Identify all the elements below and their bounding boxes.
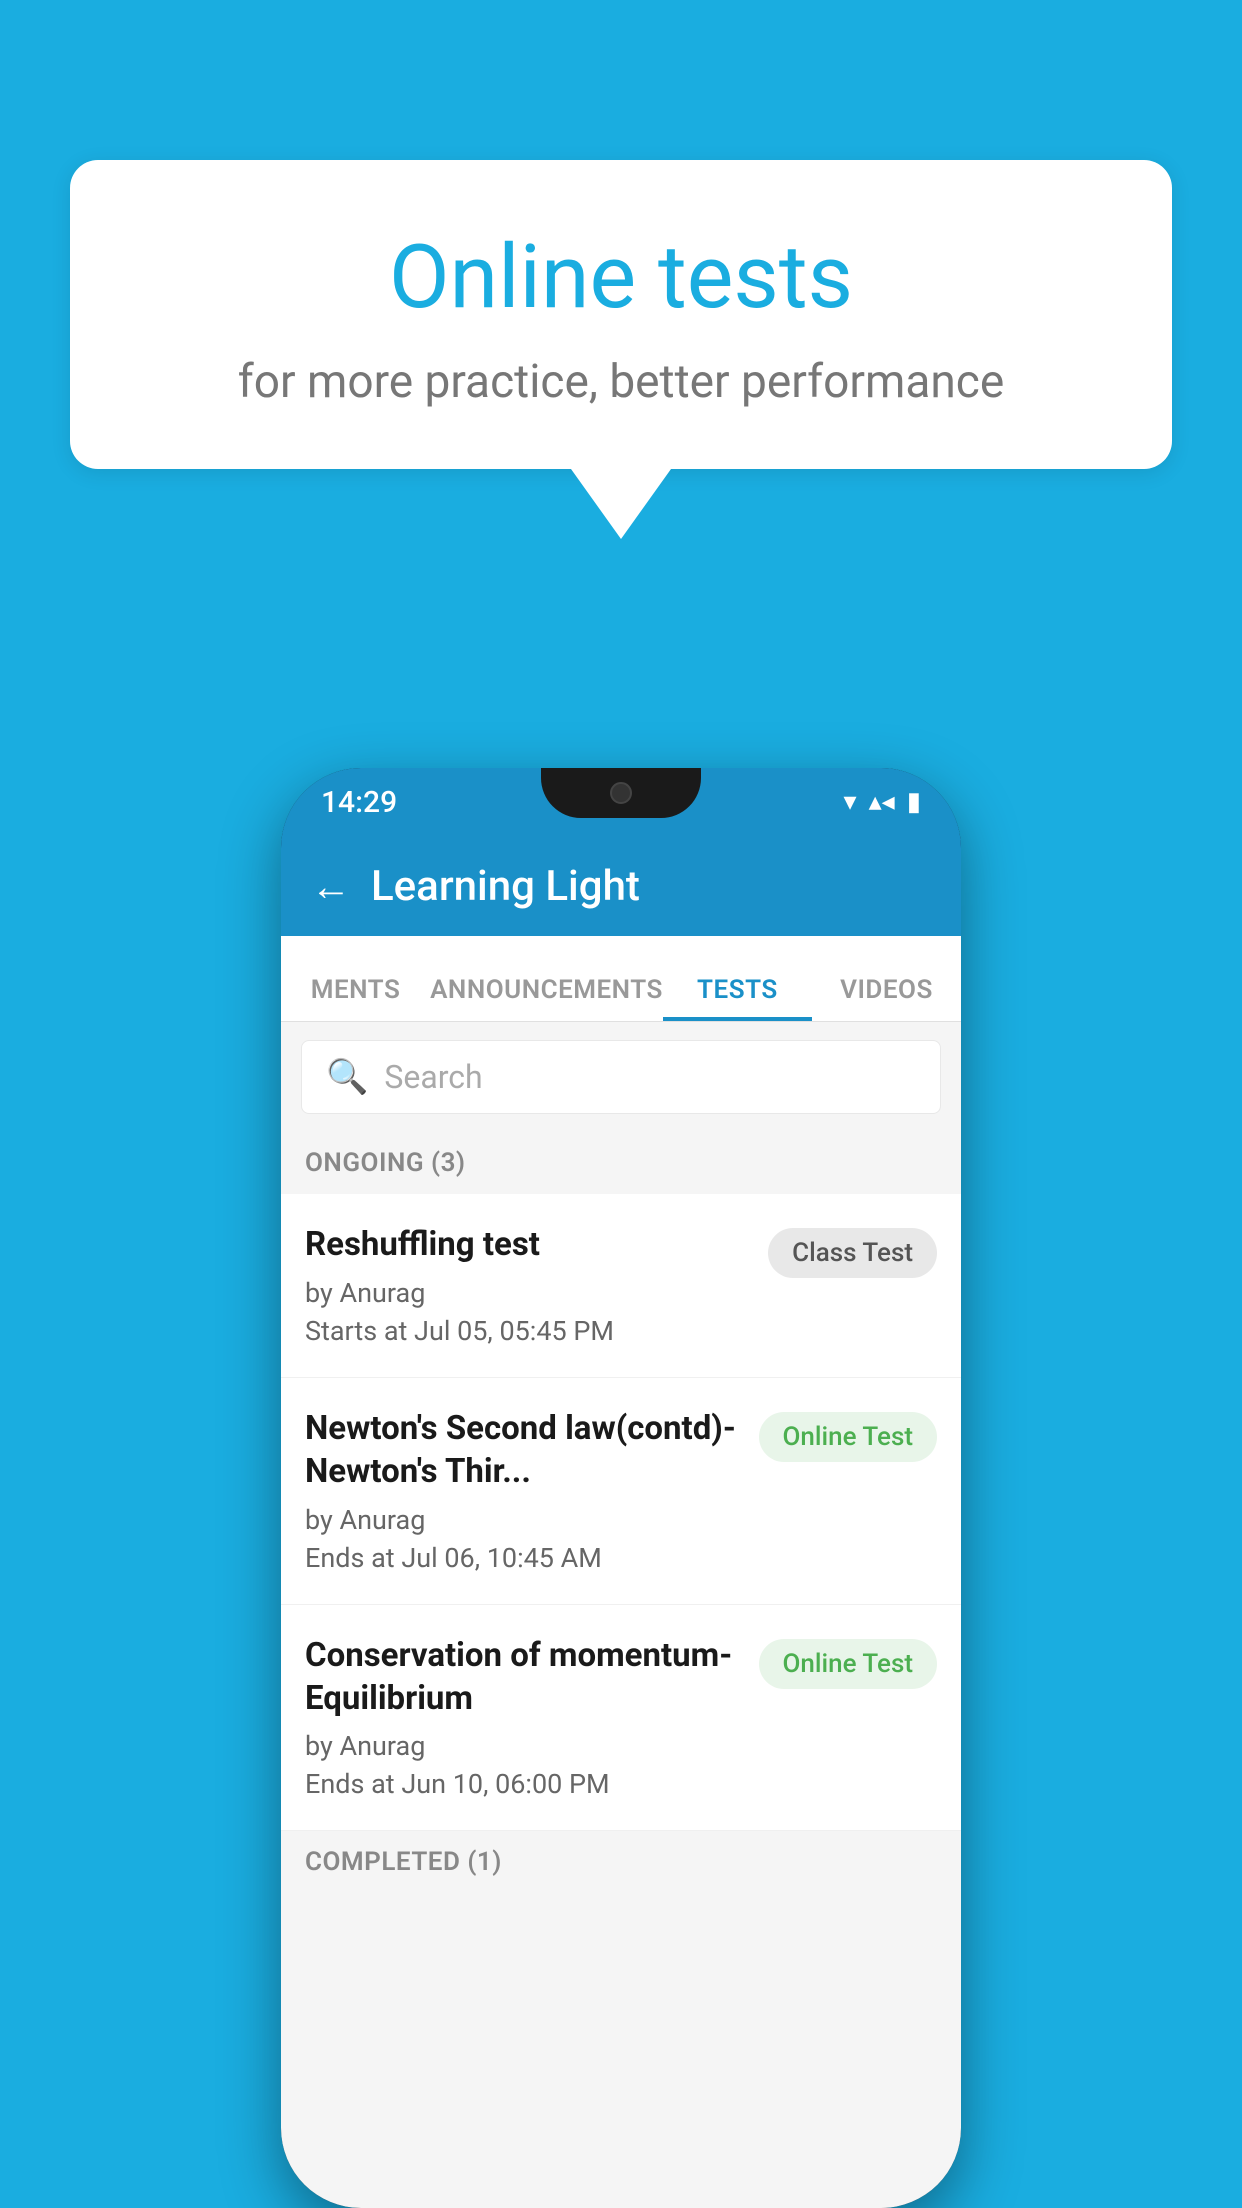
front-camera bbox=[610, 782, 632, 804]
test-author-2: by Anurag bbox=[305, 1504, 743, 1536]
bubble-arrow bbox=[571, 469, 671, 539]
phone-screen: MENTS ANNOUNCEMENTS TESTS VIDEOS 🔍 Searc… bbox=[281, 936, 961, 2208]
phone-device: 14:29 ▾ ▴◂ ▮ ← Learning Light MENTS ANNO… bbox=[281, 768, 961, 2208]
battery-icon: ▮ bbox=[907, 787, 921, 817]
completed-section-header: COMPLETED (1) bbox=[281, 1831, 961, 1893]
search-icon: 🔍 bbox=[326, 1057, 368, 1097]
test-item-content-2: Newton's Second law(contd)-Newton's Thir… bbox=[305, 1408, 759, 1574]
test-badge-class: Class Test bbox=[768, 1228, 937, 1278]
bubble-title: Online tests bbox=[130, 230, 1112, 327]
tabs-bar: MENTS ANNOUNCEMENTS TESTS VIDEOS bbox=[281, 936, 961, 1022]
app-title: Learning Light bbox=[371, 862, 640, 911]
tab-announcements[interactable]: ANNOUNCEMENTS bbox=[430, 975, 663, 1021]
phone-frame: 14:29 ▾ ▴◂ ▮ ← Learning Light MENTS ANNO… bbox=[281, 768, 961, 2208]
test-item-conservation[interactable]: Conservation of momentum-Equilibrium by … bbox=[281, 1605, 961, 1832]
speech-bubble-section: Online tests for more practice, better p… bbox=[70, 160, 1172, 539]
tab-videos[interactable]: VIDEOS bbox=[812, 975, 961, 1021]
test-item-content-3: Conservation of momentum-Equilibrium by … bbox=[305, 1635, 759, 1801]
search-bar[interactable]: 🔍 Search bbox=[301, 1040, 941, 1114]
status-time: 14:29 bbox=[321, 785, 397, 820]
tab-ments[interactable]: MENTS bbox=[281, 975, 430, 1021]
test-name: Reshuffling test bbox=[305, 1224, 752, 1267]
phone-notch bbox=[541, 768, 701, 818]
bubble-subtitle: for more practice, better performance bbox=[130, 355, 1112, 409]
test-date-3: Ends at Jun 10, 06:00 PM bbox=[305, 1768, 743, 1800]
search-wrapper: 🔍 Search bbox=[281, 1022, 961, 1132]
search-placeholder: Search bbox=[384, 1058, 482, 1096]
test-item-newton[interactable]: Newton's Second law(contd)-Newton's Thir… bbox=[281, 1378, 961, 1605]
tab-tests[interactable]: TESTS bbox=[663, 975, 812, 1021]
test-item-reshuffling[interactable]: Reshuffling test by Anurag Starts at Jul… bbox=[281, 1194, 961, 1378]
test-name-2: Newton's Second law(contd)-Newton's Thir… bbox=[305, 1408, 743, 1494]
app-header: ← Learning Light bbox=[281, 836, 961, 936]
test-date: Starts at Jul 05, 05:45 PM bbox=[305, 1315, 752, 1347]
test-item-content: Reshuffling test by Anurag Starts at Jul… bbox=[305, 1224, 768, 1347]
back-button[interactable]: ← bbox=[311, 863, 351, 910]
ongoing-section-header: ONGOING (3) bbox=[281, 1132, 961, 1194]
test-list: Reshuffling test by Anurag Starts at Jul… bbox=[281, 1194, 961, 1831]
test-author: by Anurag bbox=[305, 1277, 752, 1309]
signal-icon: ▴◂ bbox=[869, 787, 895, 817]
test-badge-online-2: Online Test bbox=[759, 1639, 938, 1689]
test-author-3: by Anurag bbox=[305, 1730, 743, 1762]
status-icons: ▾ ▴◂ ▮ bbox=[844, 787, 921, 817]
test-name-3: Conservation of momentum-Equilibrium bbox=[305, 1635, 743, 1721]
wifi-icon: ▾ bbox=[844, 787, 857, 817]
speech-bubble-card: Online tests for more practice, better p… bbox=[70, 160, 1172, 469]
test-badge-online-1: Online Test bbox=[759, 1412, 938, 1462]
test-date-2: Ends at Jul 06, 10:45 AM bbox=[305, 1542, 743, 1574]
